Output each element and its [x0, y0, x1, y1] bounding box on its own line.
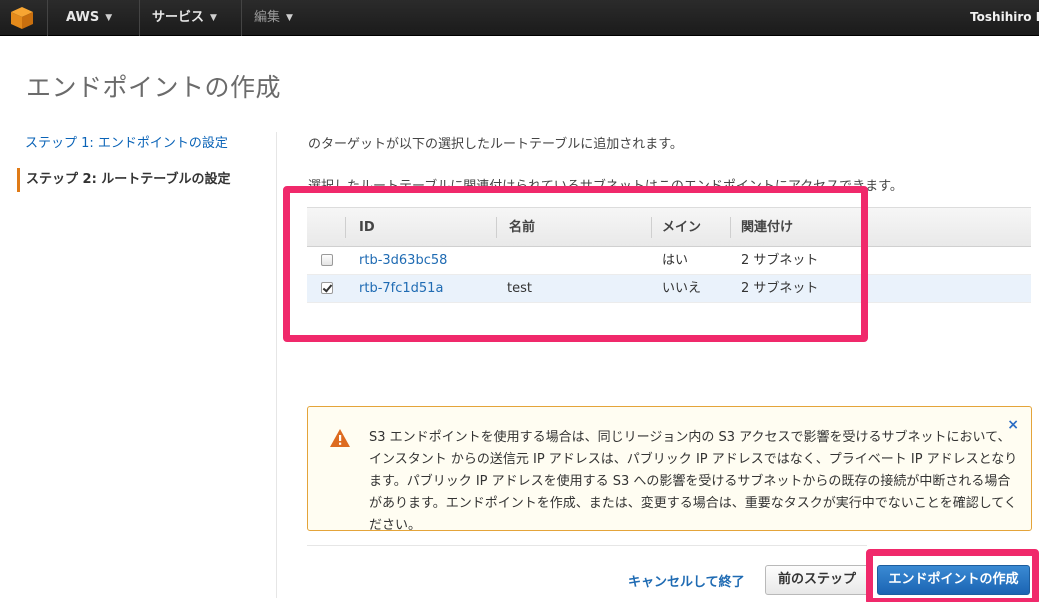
cancel-and-exit-link[interactable]: キャンセルして終了	[628, 571, 745, 590]
aws-menu-label: AWS	[66, 10, 100, 25]
wizard-steps: ステップ 1: エンドポイントの設定 ステップ 2: ルートテーブルの設定	[17, 132, 262, 192]
chevron-down-icon: ▼	[286, 13, 293, 23]
top-nav-bar: AWS ▼ サービス ▼ 編集 ▼ Toshihiro K	[0, 0, 1039, 36]
nav-divider	[139, 0, 140, 36]
nav-divider	[241, 0, 242, 36]
description-line-1: のターゲットが以下の選択したルートテーブルに追加されます。	[308, 137, 683, 152]
aws-menu[interactable]: AWS ▼	[66, 0, 112, 36]
footer-divider	[307, 545, 867, 546]
page-title: エンドポイントの作成	[26, 73, 282, 102]
chevron-down-icon: ▼	[105, 13, 113, 23]
services-menu[interactable]: サービス ▼	[152, 0, 217, 36]
warning-icon	[330, 429, 350, 447]
s3-warning-alert: × S3 エンドポイントを使用する場合は、同じリージョン内の S3 アクセスで影…	[307, 406, 1032, 533]
content-divider	[276, 132, 277, 598]
edit-menu-label: 編集	[254, 10, 281, 25]
step-2-current: ステップ 2: ルートテーブルの設定	[17, 168, 262, 192]
create-button-highlight-annotation	[866, 549, 1039, 602]
services-menu-label: サービス	[152, 10, 205, 25]
edit-menu[interactable]: 編集 ▼	[254, 0, 293, 36]
previous-step-button[interactable]: 前のステップ	[765, 565, 869, 595]
step-1-link[interactable]: ステップ 1: エンドポイントの設定	[17, 132, 262, 156]
nav-divider	[47, 0, 48, 36]
user-menu[interactable]: Toshihiro K	[970, 0, 1039, 36]
alert-message: S3 エンドポイントを使用する場合は、同じリージョン内の S3 アクセスで影響を…	[369, 430, 1018, 533]
chevron-down-icon: ▼	[210, 13, 217, 23]
aws-cube-logo-icon[interactable]	[9, 5, 35, 31]
table-highlight-annotation	[283, 186, 868, 342]
